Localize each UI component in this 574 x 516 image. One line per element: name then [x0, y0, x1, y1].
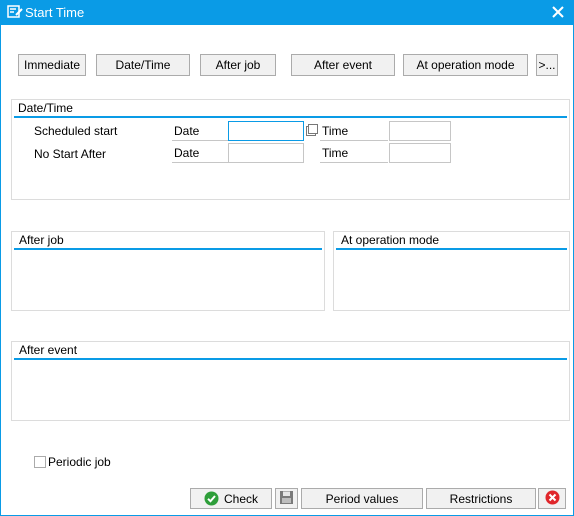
title-bar: Start Time — [0, 0, 574, 25]
check-button-label: Check — [223, 491, 258, 506]
after-event-button[interactable]: After event — [291, 54, 395, 76]
date-time-button[interactable]: Date/Time — [96, 54, 190, 76]
group-divider — [14, 248, 322, 250]
scheduled-date-field[interactable] — [228, 121, 304, 141]
group-divider — [336, 248, 567, 250]
no-start-after-label: No Start After — [34, 147, 107, 161]
no-start-time-label: Time — [320, 143, 388, 163]
save-button[interactable] — [275, 488, 298, 509]
period-values-button[interactable]: Period values — [301, 488, 423, 509]
close-icon[interactable] — [550, 4, 566, 20]
scheduled-time-field[interactable] — [389, 121, 451, 141]
at-operation-mode-group: At operation mode — [333, 231, 570, 311]
date-time-group-title: Date/Time — [18, 101, 73, 115]
scheduled-start-label: Scheduled start — [34, 124, 118, 138]
no-start-date-label: Date — [172, 143, 228, 163]
after-event-group-title: After event — [19, 343, 78, 357]
restrictions-button[interactable]: Restrictions — [426, 488, 536, 509]
scheduled-time-label: Time — [320, 121, 388, 141]
cancel-button[interactable] — [538, 488, 566, 509]
more-button[interactable]: >... — [536, 54, 558, 76]
cancel-icon — [545, 490, 560, 508]
no-start-date-field[interactable] — [228, 143, 304, 163]
calendar-picker-icon[interactable] — [306, 124, 318, 139]
group-divider — [14, 116, 567, 118]
check-icon — [204, 491, 219, 506]
group-divider — [14, 358, 567, 360]
check-button[interactable]: Check — [190, 488, 272, 509]
after-job-button[interactable]: After job — [200, 54, 276, 76]
save-icon — [279, 490, 294, 508]
at-operation-mode-button[interactable]: At operation mode — [403, 54, 528, 76]
edit-window-icon — [7, 5, 23, 19]
immediate-button[interactable]: Immediate — [18, 54, 86, 76]
after-job-group-title: After job — [19, 233, 64, 247]
after-event-group: After event — [11, 341, 570, 421]
window-title: Start Time — [25, 5, 85, 20]
no-start-time-field[interactable] — [389, 143, 451, 163]
periodic-job-label: Periodic job — [48, 455, 111, 469]
at-operation-mode-group-title: At operation mode — [341, 233, 440, 247]
scheduled-date-label: Date — [172, 121, 228, 141]
after-job-group: After job — [11, 231, 325, 311]
periodic-job-checkbox[interactable] — [34, 456, 46, 468]
